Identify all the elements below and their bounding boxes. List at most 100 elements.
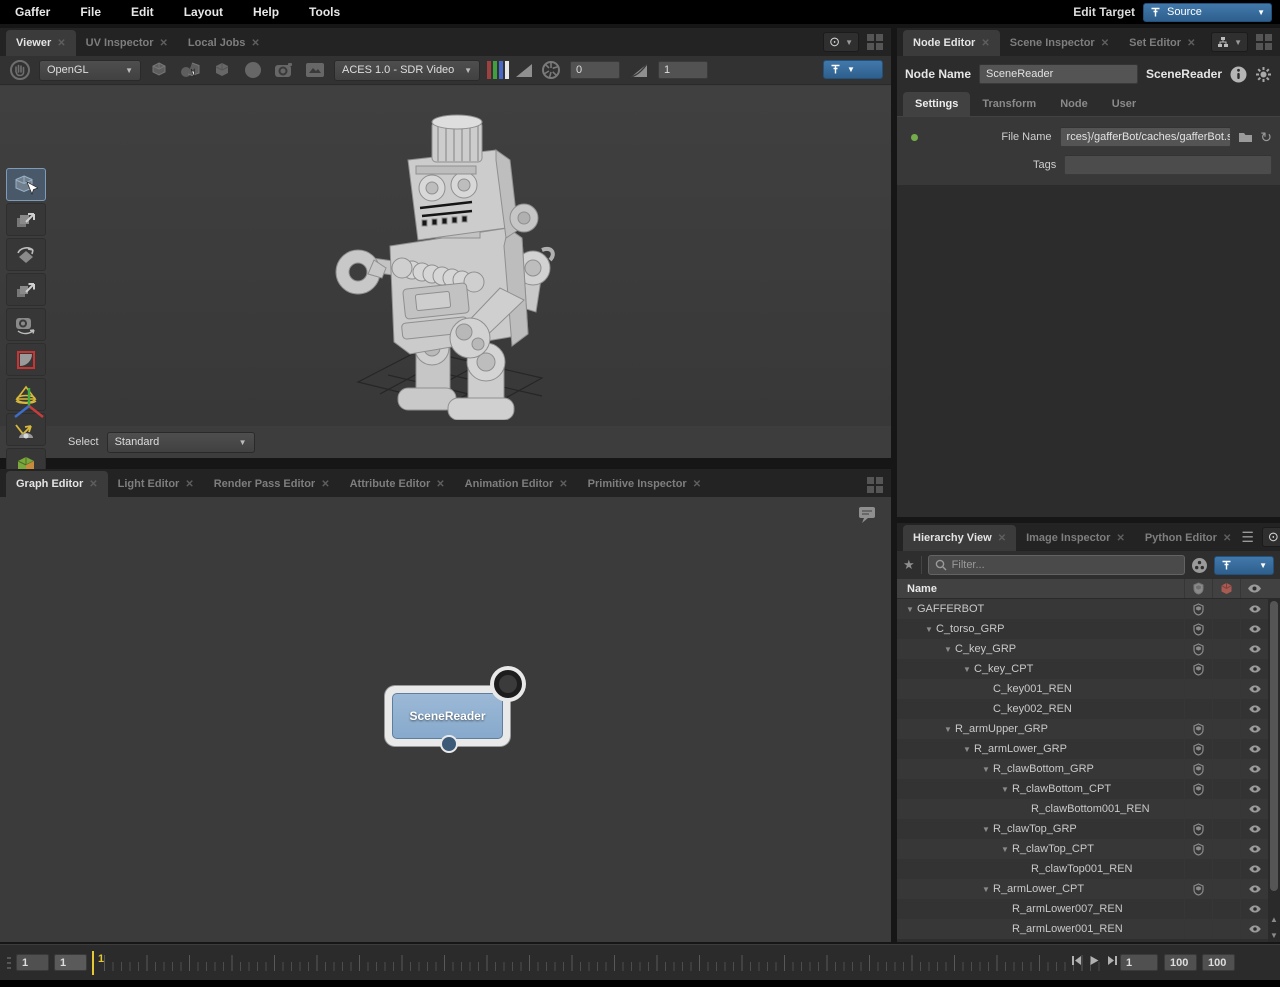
info-icon[interactable] <box>1230 66 1247 83</box>
render-cube-column-icon[interactable] <box>1212 579 1240 598</box>
eye-icon[interactable] <box>1240 819 1268 839</box>
expand-arrow-icon[interactable]: ▼ <box>960 745 974 754</box>
tree-row-R_clawBottom001_REN[interactable]: R_clawBottom001_REN <box>897 799 1280 819</box>
eye-icon[interactable] <box>1240 899 1268 919</box>
graph-tab-render-pass-editor[interactable]: Render Pass Editor✕ <box>204 471 340 497</box>
crop-window-tool-button[interactable] <box>6 343 46 376</box>
nodeeditor-tab-set-editor[interactable]: Set Editor✕ <box>1119 30 1205 56</box>
close-icon[interactable]: ✕ <box>998 533 1006 544</box>
tree-row-R_clawBottom_CPT[interactable]: ▼R_clawBottom_CPT <box>897 779 1280 799</box>
current-frame-field[interactable]: 1 <box>1120 954 1158 971</box>
close-icon[interactable]: ✕ <box>251 38 259 49</box>
tree-row-R_clawTop_GRP[interactable]: ▼R_clawTop_GRP <box>897 819 1280 839</box>
expand-arrow-icon[interactable]: ▼ <box>979 765 993 774</box>
hierarchy-tab-image-inspector[interactable]: Image Inspector✕ <box>1016 525 1135 551</box>
node-editor-mode-button[interactable]: ▼ <box>1211 32 1248 52</box>
menu-hamburger-icon[interactable]: ☰ <box>1241 529 1254 546</box>
tree-row-R_clawTop_CPT[interactable]: ▼R_clawTop_CPT <box>897 839 1280 859</box>
viewer-tab-uv-inspector[interactable]: UV Inspector✕ <box>76 30 178 56</box>
expand-arrow-icon[interactable]: ▼ <box>903 605 917 614</box>
layout-grid-icon[interactable] <box>1256 34 1272 50</box>
hierarchy-tab-python-editor[interactable]: Python Editor✕ <box>1135 525 1242 551</box>
expand-arrow-icon[interactable]: ▼ <box>941 725 955 734</box>
render-cell-empty[interactable] <box>1212 719 1240 739</box>
skip-start-icon[interactable] <box>1071 955 1082 966</box>
edit-target-dropdown[interactable]: Source ▼ <box>1143 3 1272 22</box>
scrollbar-thumb[interactable] <box>1270 601 1278 891</box>
render-cell-empty[interactable] <box>1212 759 1240 779</box>
eye-icon[interactable] <box>1240 659 1268 679</box>
gaffer-image-icon[interactable] <box>303 60 327 80</box>
shield-column-icon[interactable] <box>1184 579 1212 598</box>
total-frames-field[interactable]: 100 <box>1202 954 1235 971</box>
shield-icon[interactable] <box>1184 639 1212 659</box>
channel-bars-icon[interactable] <box>487 61 509 79</box>
gamma-curve-icon[interactable] <box>627 60 651 80</box>
tree-row-C_key002_REN[interactable]: C_key002_REN <box>897 699 1280 719</box>
shield-cell-empty[interactable] <box>1184 679 1212 699</box>
select-objects-icon[interactable] <box>148 60 172 80</box>
playhead-marker[interactable] <box>92 951 94 975</box>
render-cell-empty[interactable] <box>1212 599 1240 619</box>
graph-tab-animation-editor[interactable]: Animation Editor✕ <box>455 471 578 497</box>
hierarchy-settings-button[interactable]: ⊙ ▼ <box>1262 527 1280 547</box>
section-tab-settings[interactable]: Settings <box>903 92 970 116</box>
eye-icon[interactable] <box>1240 759 1268 779</box>
close-icon[interactable]: ✕ <box>1101 38 1109 49</box>
graph-tab-light-editor[interactable]: Light Editor✕ <box>108 471 204 497</box>
render-cell-empty[interactable] <box>1212 799 1240 819</box>
render-cell-empty[interactable] <box>1212 919 1240 939</box>
graph-tab-attribute-editor[interactable]: Attribute Editor✕ <box>340 471 455 497</box>
nodeeditor-tab-scene-inspector[interactable]: Scene Inspector✕ <box>1000 30 1119 56</box>
eye-icon[interactable] <box>1240 879 1268 899</box>
viewer-tab-viewer[interactable]: Viewer✕ <box>6 30 76 56</box>
section-tab-transform[interactable]: Transform <box>970 92 1048 116</box>
shield-icon[interactable] <box>1184 779 1212 799</box>
menu-help[interactable]: Help <box>238 5 294 19</box>
close-icon[interactable]: ✕ <box>1116 533 1124 544</box>
close-icon[interactable]: ✕ <box>160 38 168 49</box>
exposure-field[interactable]: 0 <box>570 61 620 79</box>
refresh-icon[interactable]: ↻ <box>1260 129 1272 146</box>
shield-icon[interactable] <box>1184 599 1212 619</box>
clipping-triangle-icon[interactable] <box>516 64 532 77</box>
render-cell-empty[interactable] <box>1212 899 1240 919</box>
render-cell-empty[interactable] <box>1212 619 1240 639</box>
graph-tab-graph-editor[interactable]: Graph Editor✕ <box>6 471 108 497</box>
node-focus-ring[interactable] <box>494 670 522 698</box>
scroll-down-icon[interactable]: ▼ <box>1268 929 1280 942</box>
close-icon[interactable]: ✕ <box>89 479 97 490</box>
expand-arrow-icon[interactable]: ▼ <box>960 665 974 674</box>
filter-input[interactable]: Filter... <box>928 555 1185 575</box>
exposure-aperture-icon[interactable] <box>539 60 563 80</box>
shading-mode-icon[interactable] <box>241 60 265 80</box>
render-cell-empty[interactable] <box>1212 839 1240 859</box>
eye-icon[interactable] <box>1240 739 1268 759</box>
annotation-bubble-icon[interactable] <box>855 505 877 525</box>
menu-tools[interactable]: Tools <box>294 5 355 19</box>
tree-row-GAFFERBOT[interactable]: ▼GAFFERBOT <box>897 599 1280 619</box>
expansion-icon[interactable] <box>179 60 203 80</box>
pan-hand-icon[interactable] <box>8 60 32 80</box>
layout-grid-icon[interactable] <box>867 477 883 493</box>
timeline-current-field[interactable]: 1 <box>54 954 87 971</box>
tree-row-R_armLower_CPT[interactable]: ▼R_armLower_CPT <box>897 879 1280 899</box>
shield-cell-empty[interactable] <box>1184 859 1212 879</box>
eye-icon[interactable] <box>1240 839 1268 859</box>
tags-field[interactable] <box>1064 155 1272 175</box>
select-mode-dropdown[interactable]: Standard ▼ <box>107 432 255 453</box>
tree-row-R_clawBottom_GRP[interactable]: ▼R_clawBottom_GRP <box>897 759 1280 779</box>
timeline-start-field[interactable]: 1 <box>16 954 49 971</box>
eye-icon[interactable] <box>1240 919 1268 939</box>
scale-tool-button[interactable] <box>6 273 46 306</box>
shield-icon[interactable] <box>1184 879 1212 899</box>
camera-icon[interactable] <box>272 60 296 80</box>
timeline-grip[interactable] <box>7 957 11 969</box>
render-cell-empty[interactable] <box>1212 879 1240 899</box>
tree-row-R_armLower007_REN[interactable]: R_armLower007_REN <box>897 899 1280 919</box>
skip-end-icon[interactable] <box>1107 955 1118 966</box>
scroll-up-icon[interactable]: ▲ <box>1268 913 1280 927</box>
tree-row-C_key_GRP[interactable]: ▼C_key_GRP <box>897 639 1280 659</box>
eye-icon[interactable] <box>1240 859 1268 879</box>
section-tab-user[interactable]: User <box>1100 92 1148 116</box>
